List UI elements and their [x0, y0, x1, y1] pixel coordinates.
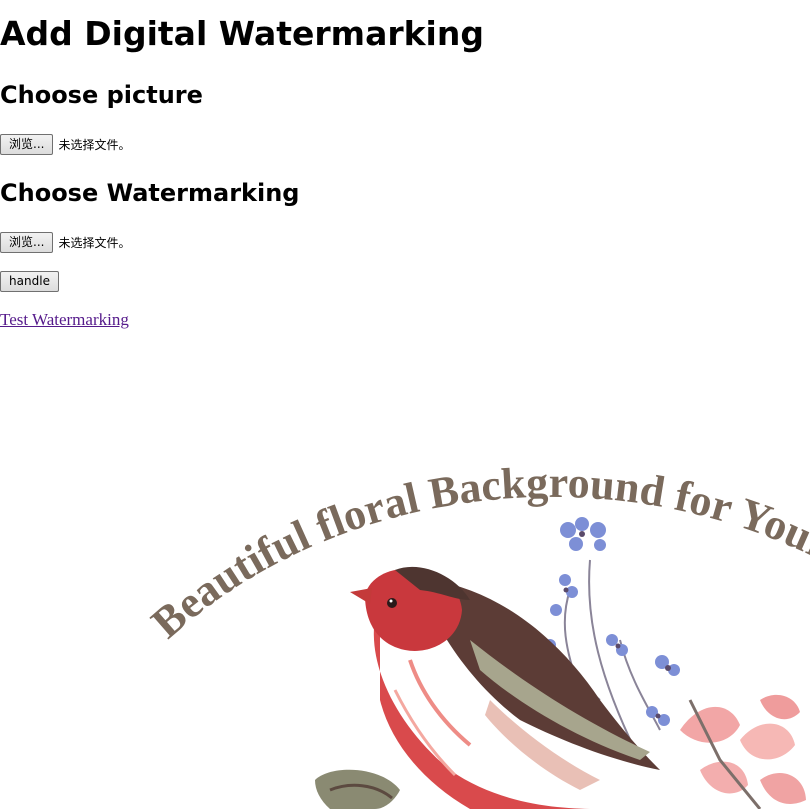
watermark-file-status: 未选择文件。	[58, 235, 131, 250]
picture-browse-button[interactable]: 浏览...	[0, 133, 54, 155]
leaf-illustration	[315, 769, 400, 809]
picture-file-input[interactable]: 浏览... 未选择文件。	[0, 133, 130, 155]
picture-file-status: 未选择文件。	[58, 137, 131, 152]
watermark-file-input[interactable]: 浏览... 未选择文件。	[0, 231, 130, 253]
pink-flowers	[680, 694, 806, 809]
test-watermarking-link[interactable]: Test Watermarking	[0, 309, 129, 331]
watermark-browse-button[interactable]: 浏览...	[0, 231, 54, 253]
page-title: Add Digital Watermarking	[0, 14, 484, 53]
choose-picture-heading: Choose picture	[0, 81, 203, 109]
bird-illustration	[350, 566, 660, 809]
choose-watermarking-heading: Choose Watermarking	[0, 179, 300, 207]
page: Add Digital Watermarking Choose picture …	[0, 0, 810, 809]
watermarked-image: Beautiful floral Background for Your D	[0, 360, 810, 809]
handle-button[interactable]: handle	[0, 271, 59, 292]
